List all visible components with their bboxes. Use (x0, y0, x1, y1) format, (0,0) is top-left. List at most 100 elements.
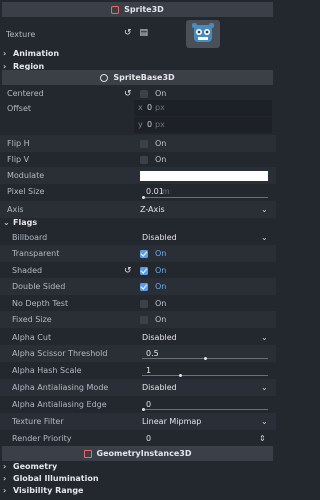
revert-icon[interactable]: ↺ (124, 266, 132, 276)
no-depth-test-checkbox[interactable]: On (140, 299, 166, 308)
alpha-scissor-threshold-label: Alpha Scissor Threshold (12, 349, 108, 358)
alpha-scissor-threshold-row: Alpha Scissor Threshold 0.5 (0, 345, 276, 362)
offset-y-value: 0 (147, 120, 153, 129)
pixel-size-slider-grabber[interactable] (142, 196, 145, 199)
alpha-aa-mode-dropdown[interactable]: Disabled (142, 383, 177, 392)
chevron-down-icon[interactable]: ⌄ (261, 383, 268, 392)
geometryinstance3d-section-header: GeometryInstance3D (2, 446, 273, 461)
modulate-color-picker[interactable] (140, 171, 268, 181)
double-sided-checkbox[interactable]: On (140, 282, 166, 291)
flip-h-value: On (155, 139, 167, 148)
node3d-icon (100, 73, 109, 82)
texture-preview[interactable] (186, 20, 220, 48)
offset-x-unit: px (155, 103, 165, 112)
texture-filter-label: Texture Filter (12, 417, 64, 426)
offset-y-unit: px (155, 120, 165, 129)
global-illumination-label: Global Illumination (13, 474, 99, 483)
alpha-cut-label: Alpha Cut (12, 333, 52, 342)
flip-h-checkbox[interactable]: On (140, 139, 166, 148)
alpha-scissor-threshold-grabber[interactable] (204, 357, 207, 360)
alpha-hash-scale-grabber[interactable] (179, 374, 183, 377)
flip-v-value: On (155, 155, 167, 164)
alpha-hash-scale-value[interactable]: 1 (146, 366, 151, 375)
flip-h-label: Flip H (7, 139, 30, 148)
alpha-aa-edge-slider[interactable] (142, 409, 268, 410)
fixed-size-label: Fixed Size (12, 315, 52, 324)
shaded-value: On (155, 266, 167, 275)
flip-v-label: Flip V (7, 155, 30, 164)
checkbox-checked-icon (140, 282, 148, 291)
offset-x-value: 0 (147, 103, 153, 112)
offset-x-axis-label: x (138, 103, 143, 112)
checkbox-icon (140, 89, 148, 98)
chevron-right-icon: › (3, 462, 7, 471)
fixed-size-value: On (155, 315, 167, 324)
chevron-right-icon: › (3, 49, 7, 58)
chevron-down-icon[interactable]: ⌄ (261, 205, 268, 214)
flags-category[interactable]: ⌄ Flags (0, 215, 276, 229)
revert-icon[interactable]: ↺ (124, 28, 132, 38)
pixel-size-label: Pixel Size (7, 187, 45, 196)
spritebase3d-header-title: SpriteBase3D (113, 73, 175, 82)
texture-label: Texture (6, 29, 36, 39)
offset-x-field[interactable]: x 0 px (134, 100, 272, 116)
flip-v-row: Flip V On (0, 151, 276, 168)
alpha-aa-edge-grabber[interactable] (142, 408, 145, 411)
alpha-hash-scale-slider[interactable] (142, 375, 268, 376)
centered-checkbox[interactable]: On (140, 89, 166, 98)
flip-v-checkbox[interactable]: On (140, 155, 166, 164)
axis-label: Axis (7, 205, 24, 214)
shaded-row: Shaded ↺ On (0, 262, 276, 279)
alpha-hash-scale-row: Alpha Hash Scale 1 (0, 362, 276, 379)
alpha-cut-row: Alpha Cut Disabled ⌄ (0, 329, 276, 346)
revert-icon[interactable]: ↺ (124, 89, 132, 99)
no-depth-test-row: No Depth Test On (0, 295, 276, 312)
checkbox-icon (140, 155, 148, 164)
chevron-right-icon: › (3, 474, 7, 483)
render-priority-value[interactable]: 0 (146, 434, 151, 443)
inspector-panel: Sprite3D Texture ↺ ▤ › Animation › Region … (0, 0, 276, 500)
alpha-aa-edge-value[interactable]: 0 (146, 400, 151, 409)
offset-y-axis-label: y (138, 120, 143, 129)
alpha-aa-edge-label: Alpha Antialiasing Edge (12, 400, 107, 409)
godot-logo-icon (192, 23, 214, 42)
sprite3d-section-header: Sprite3D (2, 2, 273, 17)
stepper-icon[interactable]: ⇕ (259, 434, 266, 443)
billboard-dropdown[interactable]: Disabled (142, 233, 177, 242)
shaded-checkbox[interactable]: On (140, 266, 166, 275)
chevron-down-icon[interactable]: ⌄ (261, 233, 268, 242)
alpha-aa-mode-label: Alpha Antialiasing Mode (12, 383, 109, 392)
texture-edit-icon[interactable]: ▤ (140, 28, 149, 38)
offset-label: Offset (7, 104, 32, 113)
pixel-size-unit: m (162, 187, 170, 196)
pixel-size-row: Pixel Size 0.01 m (0, 183, 276, 200)
transparent-checkbox[interactable]: On (140, 249, 166, 258)
checkbox-icon (140, 315, 148, 324)
visibility-range-category[interactable]: › Visibility Range (0, 484, 276, 497)
alpha-cut-dropdown[interactable]: Disabled (142, 333, 177, 342)
visibility-range-label: Visibility Range (13, 486, 84, 495)
texture-filter-dropdown[interactable]: Linear Mipmap (142, 417, 201, 426)
axis-dropdown[interactable]: Z-Axis (140, 205, 165, 214)
chevron-down-icon[interactable]: ⌄ (261, 417, 268, 426)
render-priority-row: Render Priority 0 ⇕ (0, 430, 276, 447)
fixed-size-checkbox[interactable]: On (140, 315, 166, 324)
animation-category[interactable]: › Animation (0, 47, 276, 60)
render-priority-label: Render Priority (12, 434, 72, 443)
centered-value: On (155, 89, 167, 98)
checkbox-checked-icon (140, 266, 148, 275)
billboard-row: Billboard Disabled ⌄ (0, 229, 276, 246)
geometry-label: Geometry (13, 462, 58, 471)
geometry-instance-icon (83, 449, 92, 458)
transparent-value: On (155, 249, 167, 258)
transparent-row: Transparent On (0, 245, 276, 262)
chevron-down-icon[interactable]: ⌄ (261, 333, 268, 342)
offset-y-field[interactable]: y 0 px (134, 117, 272, 133)
pixel-size-slider[interactable] (142, 197, 268, 198)
double-sided-value: On (155, 282, 167, 291)
transparent-label: Transparent (12, 249, 60, 258)
flags-label: Flags (13, 217, 38, 227)
alpha-scissor-threshold-value[interactable]: 0.5 (146, 349, 159, 358)
texture-actions: ↺ ▤ (124, 28, 148, 38)
alpha-aa-edge-row: Alpha Antialiasing Edge 0 (0, 396, 276, 413)
